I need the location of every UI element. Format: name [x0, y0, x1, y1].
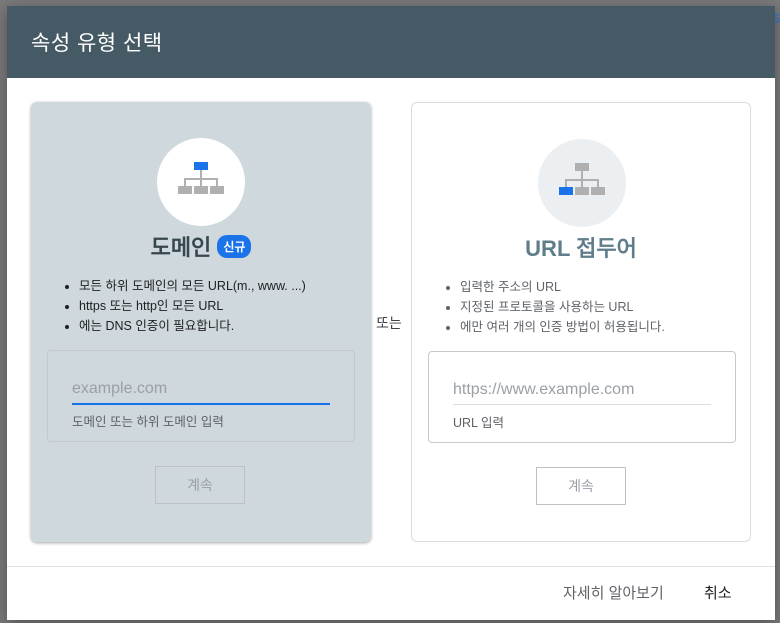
domain-input-hint: 도메인 또는 하위 도메인 입력	[72, 415, 224, 429]
domain-input-box: 도메인 또는 하위 도메인 입력	[47, 350, 355, 442]
url-icon-circle	[538, 139, 626, 227]
url-prefix-card[interactable]: URL 접두어 입력한 주소의 URL 지정된 프로토콜을 사용하는 URL 에…	[411, 102, 751, 542]
select-property-type-dialog: 속성 유형 선택 도메인 신규 모든 하위 도메인의 모든 URL(m., ww…	[7, 6, 775, 620]
new-badge: 신규	[217, 234, 252, 258]
list-item: 모든 하위 도메인의 모든 URL(m., www. ...)	[79, 276, 361, 296]
or-label: 또는	[376, 315, 402, 331]
url-input-box: URL 입력	[428, 351, 736, 443]
cancel-button[interactable]: 취소	[704, 582, 732, 603]
domain-card-title: 도메인	[150, 235, 212, 260]
sitemap-icon	[178, 162, 224, 194]
domain-icon-circle	[157, 138, 245, 226]
url-input-hint: URL 입력	[453, 416, 505, 430]
list-item: 에만 여러 개의 인증 방법이 허용됩니다.	[460, 317, 740, 337]
domain-title-row: 도메인 신규	[31, 230, 371, 262]
url-feature-list: 입력한 주소의 URL 지정된 프로토콜을 사용하는 URL 에만 여러 개의 …	[440, 277, 740, 337]
url-continue-button[interactable]: 계속	[536, 467, 626, 505]
list-item: 에는 DNS 인증이 필요합니다.	[79, 316, 361, 336]
learn-more-button[interactable]: 자세히 알아보기	[563, 582, 664, 603]
domain-input[interactable]	[72, 375, 330, 405]
domain-card[interactable]: 도메인 신규 모든 하위 도메인의 모든 URL(m., www. ...) h…	[31, 102, 371, 542]
url-title-row: URL 접두어	[412, 231, 750, 263]
domain-feature-list: 모든 하위 도메인의 모든 URL(m., www. ...) https 또는…	[59, 276, 361, 336]
url-input[interactable]	[453, 376, 711, 405]
dialog-title: 속성 유형 선택	[31, 32, 163, 55]
sitemap-icon	[559, 163, 605, 195]
url-card-title: URL 접두어	[525, 236, 637, 261]
list-item: 입력한 주소의 URL	[460, 277, 740, 297]
dialog-header: 속성 유형 선택	[7, 6, 775, 78]
list-item: https 또는 http인 모든 URL	[79, 296, 361, 316]
footer-divider	[7, 566, 775, 567]
list-item: 지정된 프로토콜을 사용하는 URL	[460, 297, 740, 317]
domain-continue-button[interactable]: 계속	[155, 466, 245, 504]
